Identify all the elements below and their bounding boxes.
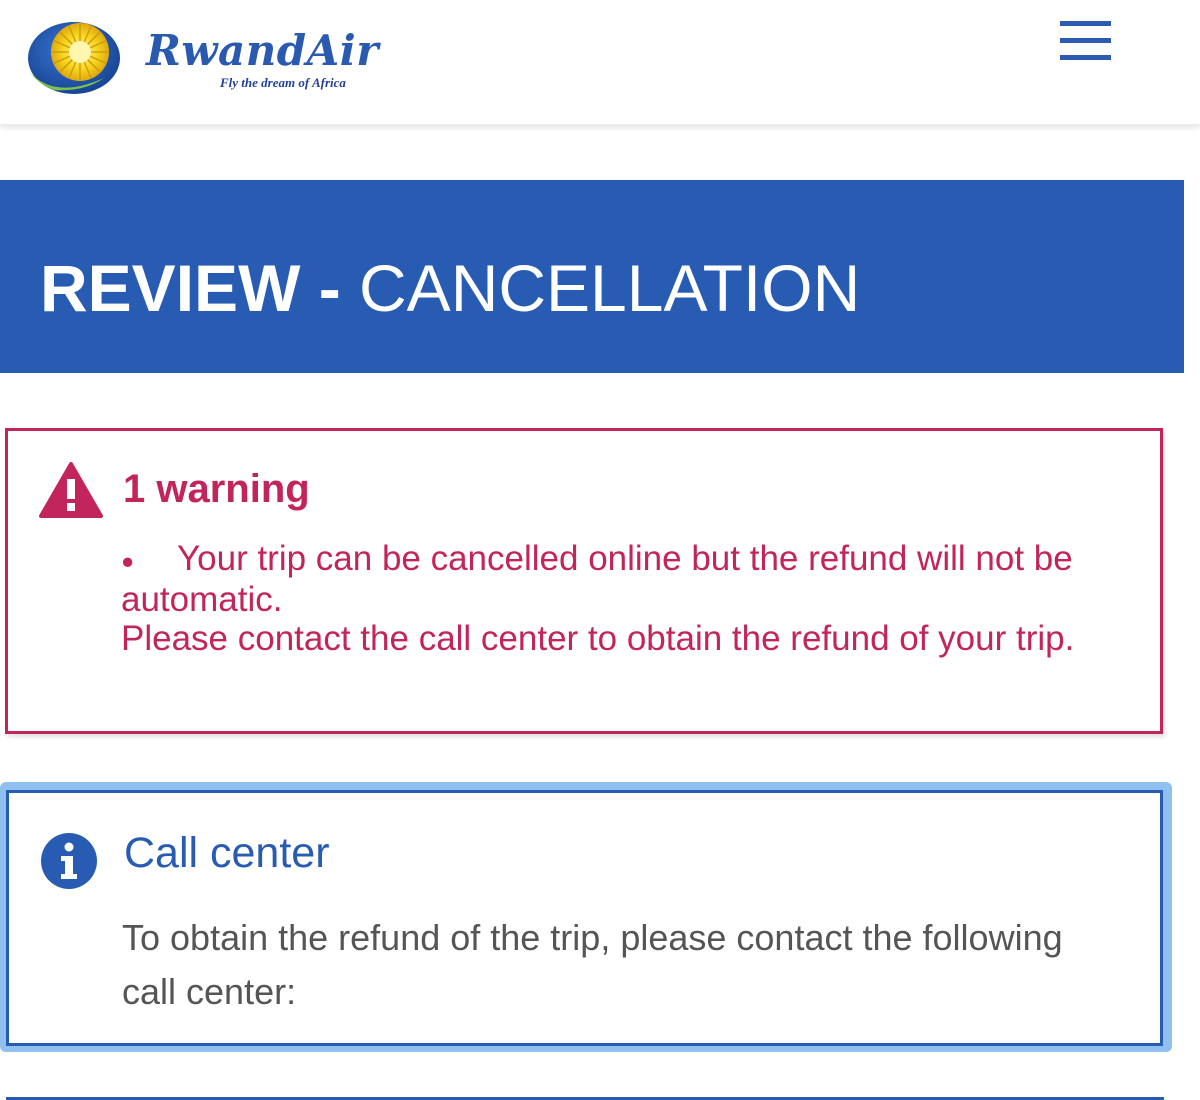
warning-title: 1 warning <box>123 467 310 511</box>
menu-bar <box>1060 38 1111 43</box>
call-center-title: Call center <box>124 829 330 877</box>
warning-line-1-text: Your trip can be cancelled online but th… <box>121 539 1073 620</box>
call-center-message: To obtain the refund of the trip, please… <box>122 917 1063 1012</box>
hamburger-menu-icon[interactable] <box>1054 18 1116 64</box>
brand-tagline: Fly the dream of Africa <box>220 75 346 90</box>
site-header: RwandAir Fly the dream of Africa <box>0 0 1200 125</box>
call-center-panel[interactable]: Call center To obtain the refund of the … <box>6 790 1163 1046</box>
warning-line-1: ● Your trip can be cancelled online but t… <box>121 539 1141 619</box>
menu-bar <box>1060 55 1111 60</box>
page-title: REVIEW - CANCELLATION <box>40 252 860 324</box>
brand-name: RwandAir <box>146 26 379 75</box>
warning-line-2: Please contact the call center to obtain… <box>121 619 1075 659</box>
bullet-icon: ● <box>121 548 135 574</box>
sun-globe-logo-icon <box>28 22 120 94</box>
menu-bar <box>1060 21 1111 26</box>
page-title-strong: REVIEW <box>40 251 301 325</box>
rwandair-logo[interactable]: RwandAir Fly the dream of Africa <box>24 10 404 100</box>
info-circle-icon <box>41 833 97 889</box>
warning-triangle-icon <box>39 462 103 518</box>
warning-message: ● Your trip can be cancelled online but t… <box>121 539 1141 658</box>
page-title-rest: CANCELLATION <box>359 251 861 325</box>
page-title-separator: - <box>300 251 360 325</box>
warning-panel: 1 warning ● Your trip can be cancelled on… <box>5 428 1163 734</box>
